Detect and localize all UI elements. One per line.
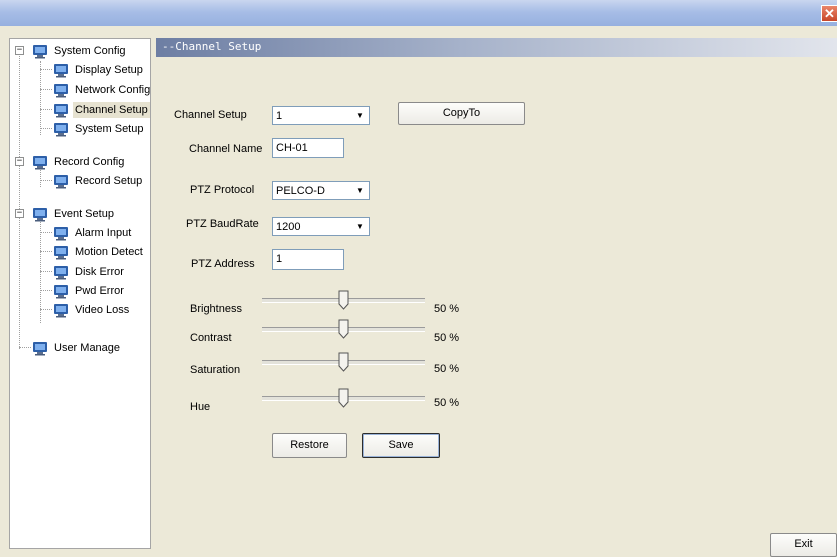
tree-item-label: User Manage — [54, 342, 121, 354]
tree-item-label: Network Config — [75, 84, 151, 96]
tree-item-label: Channel Setup — [73, 102, 150, 118]
tree-item-label: Alarm Input — [75, 227, 132, 239]
tree-item-label: Motion Detect — [75, 246, 143, 258]
hue-value: 50 % — [434, 397, 460, 409]
tree-item-disk-error[interactable]: Disk Error — [53, 263, 126, 281]
ptz-baudrate-label: PTZ BaudRate — [186, 218, 259, 230]
brightness-value: 50 % — [434, 303, 460, 315]
monitor-icon — [54, 265, 68, 279]
tree-item-label: Disk Error — [75, 266, 124, 278]
ptz-address-value: 1 — [276, 253, 283, 265]
monitor-icon — [54, 226, 68, 240]
tree-connector — [40, 309, 52, 310]
chevron-down-icon[interactable]: ▼ — [352, 183, 368, 198]
monitor-icon — [54, 122, 68, 136]
config-tree[interactable]: − − − System Config Display Setup Networ… — [9, 38, 151, 549]
ptz-baudrate-value: 1200 — [276, 221, 301, 233]
ptz-baudrate-select[interactable]: 1200 ▼ — [272, 217, 370, 236]
saturation-value: 50 % — [434, 363, 460, 375]
tree-item-record-config[interactable]: Record Config — [32, 153, 126, 171]
hue-label: Hue — [190, 401, 211, 413]
channel-name-field[interactable]: CH-01 — [272, 138, 344, 158]
tree-item-label: Display Setup — [75, 64, 143, 76]
tree-item-label: Record Config — [54, 156, 125, 168]
tree-connector — [40, 89, 52, 90]
panel-title: --Channel Setup — [162, 40, 262, 53]
saturation-slider-thumb[interactable] — [338, 352, 349, 372]
saturation-label: Saturation — [190, 364, 241, 376]
close-icon: ✕ — [824, 6, 835, 21]
tree-item-user-manage[interactable]: User Manage — [32, 339, 122, 357]
save-button[interactable]: Save — [362, 433, 440, 458]
close-button[interactable]: ✕ — [821, 5, 837, 22]
tree-item-pwd-error[interactable]: Pwd Error — [53, 282, 126, 300]
monitor-icon — [54, 103, 68, 117]
tree-item-alarm-input[interactable]: Alarm Input — [53, 224, 133, 242]
ptz-protocol-select[interactable]: PELCO-D ▼ — [272, 181, 370, 200]
tree-item-label: System Config — [54, 45, 126, 57]
tree-item-display-setup[interactable]: Display Setup — [53, 61, 145, 79]
monitor-icon — [33, 155, 47, 169]
monitor-icon — [54, 63, 68, 77]
tree-item-record-setup[interactable]: Record Setup — [53, 172, 144, 190]
monitor-icon — [54, 83, 68, 97]
tree-item-label: Pwd Error — [75, 285, 124, 297]
monitor-icon — [54, 284, 68, 298]
collapse-event-setup[interactable]: − — [15, 209, 24, 218]
tree-connector — [40, 180, 52, 181]
hue-slider-thumb[interactable] — [338, 388, 349, 408]
restore-button[interactable]: Restore — [272, 433, 347, 458]
tree-connector — [19, 53, 20, 349]
tree-connector — [40, 251, 52, 252]
title-bar: ✕ — [0, 0, 837, 26]
ptz-protocol-label: PTZ Protocol — [190, 184, 255, 196]
channel-select[interactable]: 1 ▼ — [272, 106, 370, 125]
monitor-icon — [54, 303, 68, 317]
monitor-icon — [33, 207, 47, 221]
contrast-slider-thumb[interactable] — [338, 319, 349, 339]
tree-item-system-config[interactable]: System Config — [32, 42, 128, 60]
tree-item-system-setup[interactable]: System Setup — [53, 120, 145, 138]
tree-connector — [19, 347, 31, 348]
tree-item-video-loss[interactable]: Video Loss — [53, 301, 131, 319]
contrast-value: 50 % — [434, 332, 460, 344]
tree-item-label: Video Loss — [75, 304, 130, 316]
chevron-down-icon[interactable]: ▼ — [352, 108, 368, 123]
collapse-system-config[interactable]: − — [15, 46, 24, 55]
collapse-record-config[interactable]: − — [15, 157, 24, 166]
ptz-address-field[interactable]: 1 — [272, 249, 344, 270]
panel-header: --Channel Setup — [156, 38, 837, 57]
tree-item-event-setup[interactable]: Event Setup — [32, 205, 116, 223]
monitor-icon — [54, 245, 68, 259]
tree-connector — [40, 271, 52, 272]
tree-item-network-config[interactable]: Network Config — [53, 81, 152, 99]
monitor-icon — [33, 341, 47, 355]
channel-name-label: Channel Name — [189, 143, 263, 155]
tree-item-label: Event Setup — [54, 208, 114, 220]
tree-item-label: System Setup — [75, 123, 144, 135]
tree-connector — [40, 128, 52, 129]
monitor-icon — [54, 174, 68, 188]
tree-connector — [40, 109, 52, 110]
ptz-address-label: PTZ Address — [191, 258, 255, 270]
tree-connector — [40, 232, 52, 233]
copyto-button[interactable]: CopyTo — [398, 102, 525, 125]
tree-connector — [40, 69, 52, 70]
tree-item-label: Record Setup — [75, 175, 143, 187]
chevron-down-icon[interactable]: ▼ — [352, 219, 368, 234]
channel-select-value: 1 — [276, 110, 283, 122]
brightness-label: Brightness — [190, 303, 242, 315]
tree-connector — [40, 61, 41, 135]
tree-item-channel-setup[interactable]: Channel Setup — [53, 101, 150, 119]
tree-item-motion-detect[interactable]: Motion Detect — [53, 243, 145, 261]
exit-button[interactable]: Exit — [770, 533, 837, 557]
channel-name-value: CH-01 — [276, 142, 308, 154]
brightness-slider-thumb[interactable] — [338, 290, 349, 310]
monitor-icon — [33, 44, 47, 58]
tree-connector — [40, 290, 52, 291]
ptz-protocol-value: PELCO-D — [276, 185, 325, 197]
channel-setup-label: Channel Setup — [174, 109, 247, 121]
contrast-label: Contrast — [190, 332, 232, 344]
